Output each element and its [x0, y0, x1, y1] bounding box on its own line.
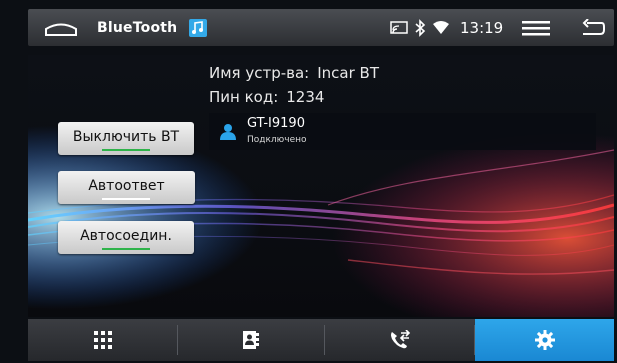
device-model: GT-I9190 — [247, 116, 305, 131]
device-name-label: Имя устр-ва: — [209, 64, 310, 82]
toggle-indicator-off — [102, 198, 150, 200]
app-title: BlueTooth — [97, 19, 178, 36]
auto-answer-label: Автоответ — [88, 178, 165, 194]
bottom-nav — [28, 319, 614, 361]
connection-status: Подключено — [247, 135, 307, 145]
auto-connect-button[interactable]: Автосоедин. — [58, 221, 194, 254]
paired-device-item[interactable]: GT-I9190 Подключено — [209, 113, 596, 150]
toggle-indicator-on — [102, 248, 150, 250]
device-name-value: Incar BT — [317, 64, 379, 82]
apps-grid-icon — [93, 331, 112, 349]
back-icon[interactable] — [581, 9, 605, 46]
home-icon[interactable] — [44, 9, 78, 46]
settings-gear-icon — [534, 330, 555, 350]
contacts-icon — [243, 331, 259, 349]
device-name-row: Имя устр-ва: Incar BT — [209, 64, 379, 82]
main-panel: Имя устр-ва: Incar BT Пин код: 1234 GT-I91… — [28, 55, 614, 317]
pin-code-label: Пин код: — [209, 88, 279, 106]
person-icon — [220, 124, 236, 140]
bluetooth-off-button[interactable]: Выключить ВТ — [58, 122, 194, 155]
bluetooth-off-label: Выключить ВТ — [72, 129, 180, 145]
clock: 13:19 — [460, 18, 504, 37]
pin-code-row: Пин код: 1234 — [209, 88, 324, 106]
toggle-indicator-on — [102, 149, 150, 151]
status-bar: BlueTooth 13:19 — [28, 9, 614, 46]
menu-icon[interactable] — [522, 9, 550, 46]
auto-connect-label: Автосоедин. — [80, 228, 172, 244]
tab-call-log[interactable] — [325, 319, 474, 361]
bluetooth-screen: BlueTooth 13:19 Имя устр-ва: Incar BT Пи… — [0, 0, 617, 363]
auto-answer-button[interactable]: Автоответ — [58, 171, 195, 204]
screen-cast-icon — [390, 9, 408, 46]
tab-apps[interactable] — [28, 319, 177, 361]
tab-settings[interactable] — [475, 319, 614, 361]
pin-code-value: 1234 — [286, 88, 325, 106]
tab-contacts[interactable] — [178, 319, 324, 361]
bluetooth-icon — [413, 9, 427, 46]
bluetooth-music-icon — [188, 9, 208, 46]
wifi-icon — [433, 9, 449, 46]
call-log-icon — [390, 330, 410, 349]
